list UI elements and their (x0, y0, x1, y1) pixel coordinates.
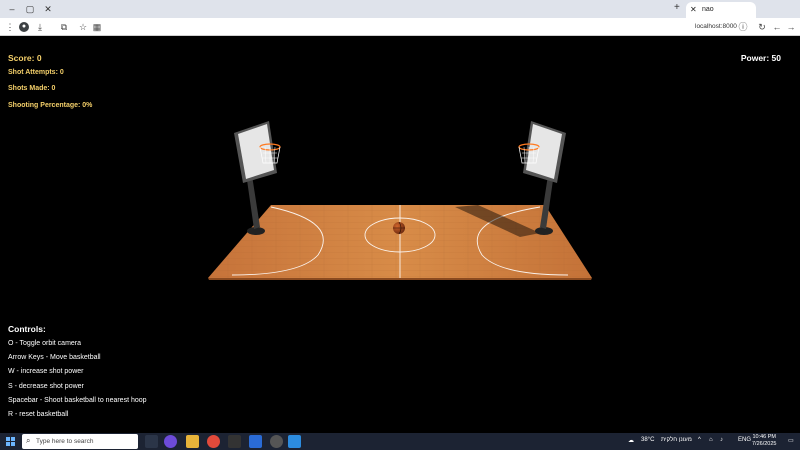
power-display: Power: 50 (740, 53, 781, 63)
windows-start-icon[interactable] (6, 437, 15, 446)
windows-taskbar: ⌕ Type here to search ☁ 38°C מעונן חלקית… (0, 433, 800, 450)
new-tab-button[interactable]: + (674, 2, 680, 13)
vscode-icon[interactable] (288, 435, 301, 448)
info-icon[interactable]: ⓘ (737, 21, 749, 33)
weather-temp[interactable]: 38°C (641, 437, 654, 443)
extensions-icon[interactable]: ⧉ (58, 21, 70, 33)
forward-icon[interactable]: → (785, 21, 797, 33)
notification-icon[interactable]: ▭ (788, 437, 794, 444)
address-bar[interactable]: localhost:8000 (695, 23, 737, 30)
menu-dots-icon[interactable]: ⋮ (4, 21, 16, 33)
control-item: S - decrease shot power (8, 382, 84, 390)
controls-list: O - Toggle orbit camera Arrow Keys - Mov… (8, 340, 147, 425)
task-view-icon[interactable] (145, 435, 158, 448)
close-tab-icon[interactable]: ✕ (690, 5, 697, 14)
profile-avatar[interactable]: ● (19, 22, 29, 32)
weather-icon[interactable]: ☁ (628, 437, 634, 444)
control-item: Spacebar - Shoot basketball to nearest h… (8, 396, 147, 404)
network-icon[interactable]: ⌂ (709, 437, 713, 443)
clock-date: 7/26/2025 (752, 441, 777, 447)
copilot-icon[interactable] (164, 435, 177, 448)
taskbar-clock[interactable]: 10:46 PM 7/26/2025 (752, 434, 776, 448)
browser-tab-bar: – ▢ ✕ + ✕ nao (0, 0, 800, 18)
control-item: W - increase shot power (8, 368, 84, 376)
close-window-icon[interactable]: ✕ (42, 3, 54, 15)
shots-made-display: Shots Made: 0 (8, 85, 56, 92)
search-icon: ⌕ (26, 436, 31, 445)
control-item: R - reset basketball (8, 410, 69, 418)
browser-tab[interactable]: ✕ nao (686, 2, 756, 18)
game-viewport[interactable]: Score: 0 Power: 50 Shot Attempts: 0 Shot… (0, 37, 800, 433)
language-indicator[interactable]: ENG (738, 437, 751, 443)
taskbar-search-box[interactable]: ⌕ Type here to search (22, 434, 138, 449)
app-icon[interactable] (249, 435, 262, 448)
back-icon[interactable]: ← (771, 21, 783, 33)
chrome-icon[interactable] (207, 435, 220, 448)
browser-toolbar: ⋮ ● ⤓ ⧉ ☆ ▦ localhost:8000 ⓘ ↻ ← → (0, 18, 800, 36)
minimize-icon[interactable]: – (6, 3, 18, 15)
search-placeholder: Type here to search (36, 438, 94, 445)
controls-title: Controls: (8, 324, 46, 334)
file-explorer-icon[interactable] (186, 435, 199, 448)
weather-note: מעונן חלקית (661, 437, 692, 443)
volume-icon[interactable]: ♪ (720, 437, 723, 443)
sidepanel-icon[interactable]: ▦ (91, 21, 103, 33)
bookmark-star-icon[interactable]: ☆ (77, 21, 89, 33)
clock-time: 10:46 PM (752, 434, 776, 440)
download-icon[interactable]: ⤓ (34, 21, 46, 33)
tab-title: nao (702, 6, 714, 13)
shooting-percentage-display: Shooting Percentage: 0% (8, 102, 93, 109)
reload-icon[interactable]: ↻ (756, 21, 768, 33)
restore-icon[interactable]: ▢ (24, 3, 36, 15)
court-edge (208, 278, 592, 280)
control-item: Arrow Keys - Move basketball (8, 354, 101, 362)
tray-chevron-icon[interactable]: ^ (698, 437, 701, 443)
terminal-icon[interactable] (228, 435, 241, 448)
github-icon[interactable] (270, 435, 283, 448)
basketball-icon[interactable] (393, 221, 405, 235)
score-display: Score: 0 (8, 53, 42, 63)
shot-attempts-display: Shot Attempts: 0 (8, 69, 64, 76)
control-item: O - Toggle orbit camera (8, 340, 82, 347)
